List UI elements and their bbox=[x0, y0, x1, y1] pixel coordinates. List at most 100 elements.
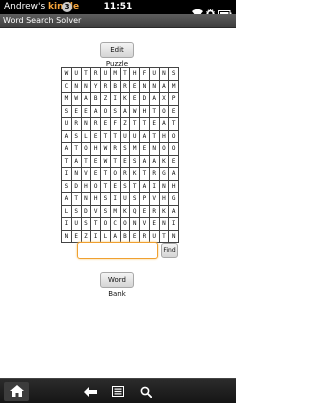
grid-cell: E bbox=[169, 105, 179, 118]
grid-cell: A bbox=[169, 168, 179, 181]
grid-cell: N bbox=[81, 118, 92, 131]
grid-cell: K bbox=[120, 205, 131, 218]
grid-cell: E bbox=[169, 155, 179, 168]
notification-count-badge[interactable]: 3 bbox=[62, 2, 72, 12]
grid-cell: T bbox=[62, 155, 72, 168]
grid-cell: G bbox=[159, 168, 170, 181]
grid-cell: S bbox=[130, 193, 140, 206]
grid-cell: K bbox=[159, 205, 170, 218]
grid-cell: O bbox=[101, 218, 111, 231]
grid-cell: S bbox=[169, 68, 179, 81]
grid-cell: O bbox=[110, 168, 121, 181]
grid-cell: T bbox=[110, 130, 121, 143]
grid-cell: R bbox=[110, 143, 121, 156]
search-input[interactable] bbox=[77, 242, 158, 259]
grid-cell: I bbox=[62, 218, 72, 231]
grid-cell: M bbox=[110, 68, 121, 81]
grid-cell: E bbox=[149, 118, 160, 131]
edit-puzzle-button[interactable]: Edit Puzzle bbox=[100, 42, 134, 68]
grid-cell: D bbox=[140, 93, 150, 106]
grid-cell: A bbox=[71, 155, 82, 168]
grid-cell: O bbox=[169, 143, 179, 156]
home-icon bbox=[9, 382, 24, 401]
grid-cell: S bbox=[62, 105, 72, 118]
grid-cell: T bbox=[81, 68, 92, 81]
grid-cell: T bbox=[120, 68, 131, 81]
grid-cell: A bbox=[140, 180, 150, 193]
grid-cell: Q bbox=[130, 205, 140, 218]
grid-cell: N bbox=[159, 180, 170, 193]
grid-cell: O bbox=[101, 105, 111, 118]
grid-cell: T bbox=[101, 168, 111, 181]
grid-cell: E bbox=[71, 105, 82, 118]
status-time: 11:51 bbox=[103, 2, 133, 12]
owner-prefix: Andrew's bbox=[4, 2, 46, 12]
grid-cell: F bbox=[110, 118, 121, 131]
grid-cell: E bbox=[130, 80, 140, 93]
grid-cell: A bbox=[81, 93, 92, 106]
home-button[interactable] bbox=[4, 382, 29, 401]
wifi-icon bbox=[192, 3, 203, 18]
grid-cell: R bbox=[91, 68, 101, 81]
grid-cell: S bbox=[62, 180, 72, 193]
grid-cell: R bbox=[71, 118, 82, 131]
grid-cell: A bbox=[159, 118, 170, 131]
grid-cell: N bbox=[81, 80, 92, 93]
grid-cell: S bbox=[120, 180, 131, 193]
app-title-bar: Word Search Solver bbox=[0, 14, 236, 28]
status-icons[interactable] bbox=[192, 2, 232, 18]
grid-cell: V bbox=[140, 218, 150, 231]
grid-cell: E bbox=[81, 105, 92, 118]
grid-cell: P bbox=[140, 193, 150, 206]
grid-cell: A bbox=[149, 155, 160, 168]
grid-cell: A bbox=[140, 130, 150, 143]
grid-cell: U bbox=[101, 68, 111, 81]
grid-cell: I bbox=[169, 218, 179, 231]
grid-cell: O bbox=[159, 105, 170, 118]
search-icon[interactable] bbox=[139, 385, 153, 398]
grid-cell: K bbox=[120, 93, 131, 106]
grid-cell: R bbox=[101, 80, 111, 93]
status-bar: Andrew's kindle 3 11:51 bbox=[0, 0, 236, 18]
grid-cell: U bbox=[130, 130, 140, 143]
grid-cell: O bbox=[81, 143, 92, 156]
grid-cell: P bbox=[169, 93, 179, 106]
grid-cell: S bbox=[110, 105, 121, 118]
find-button[interactable]: Find bbox=[161, 243, 178, 258]
grid-cell: S bbox=[120, 143, 131, 156]
grid-cell: R bbox=[120, 168, 131, 181]
grid-cell: A bbox=[159, 80, 170, 93]
grid-cell: T bbox=[159, 230, 170, 243]
gear-icon bbox=[205, 3, 216, 18]
grid-cell: O bbox=[120, 218, 131, 231]
grid-cell: H bbox=[159, 193, 170, 206]
grid-cell: H bbox=[169, 180, 179, 193]
word-bank-button[interactable]: Word Bank bbox=[100, 272, 134, 298]
grid-cell: A bbox=[62, 193, 72, 206]
grid-cell: N bbox=[71, 168, 82, 181]
grid-cell: N bbox=[81, 193, 92, 206]
grid-cell: N bbox=[169, 230, 179, 243]
grid-cell: G bbox=[169, 193, 179, 206]
grid-cell: U bbox=[71, 218, 82, 231]
grid-cell: X bbox=[159, 93, 170, 106]
grid-cell: I bbox=[110, 93, 121, 106]
grid-cell: K bbox=[159, 155, 170, 168]
grid-cell: B bbox=[91, 93, 101, 106]
grid-cell: A bbox=[120, 105, 131, 118]
grid-cell: O bbox=[169, 130, 179, 143]
puzzle-grid: WUTRUMTHFUNSCNNYRBRENNAMMWABZIKEDAXPSEEA… bbox=[61, 67, 179, 243]
menu-icon[interactable] bbox=[111, 385, 125, 398]
grid-cell: C bbox=[110, 218, 121, 231]
grid-cell: I bbox=[62, 168, 72, 181]
grid-cell: M bbox=[169, 80, 179, 93]
grid-cell: O bbox=[159, 143, 170, 156]
back-arrow-icon[interactable] bbox=[83, 385, 97, 398]
grid-cell: T bbox=[130, 118, 140, 131]
grid-cell: T bbox=[71, 143, 82, 156]
grid-cell: U bbox=[149, 68, 160, 81]
grid-cell: W bbox=[101, 155, 111, 168]
grid-cell: Z bbox=[120, 118, 131, 131]
grid-cell: T bbox=[149, 105, 160, 118]
grid-cell: N bbox=[159, 68, 170, 81]
